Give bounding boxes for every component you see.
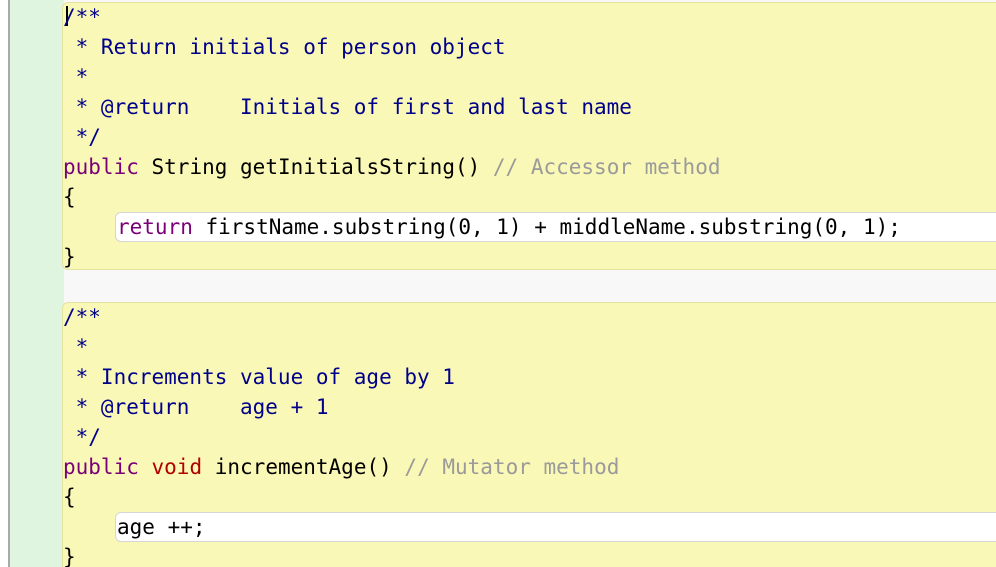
javadoc-line[interactable]: */ [63, 122, 101, 152]
method-body-scope-increment-age[interactable] [115, 512, 996, 542]
method-name: incrementAge() [214, 455, 392, 479]
increment-statement[interactable]: age ++; [117, 512, 206, 542]
method-name: getInitialsString() [240, 155, 481, 179]
javadoc-line[interactable]: * [63, 62, 89, 92]
line-comment: // Mutator method [404, 455, 620, 479]
open-brace[interactable]: { [63, 482, 76, 512]
javadoc-line[interactable]: */ [63, 422, 101, 452]
close-brace[interactable]: } [63, 242, 76, 272]
line-number-gutter[interactable] [10, 0, 64, 567]
return-type: String [151, 155, 228, 179]
keyword-return: return [117, 215, 193, 239]
return-expression: firstName.substring(0, 1) + middleName.s… [192, 215, 901, 239]
javadoc-line[interactable]: /** [63, 302, 101, 332]
line-comment: // Accessor method [492, 155, 721, 179]
javadoc-line[interactable]: * Increments value of age by 1 [63, 362, 455, 392]
open-brace[interactable]: { [63, 182, 76, 212]
editor-left-margin [0, 0, 8, 567]
keyword-public: public [63, 455, 139, 479]
javadoc-line[interactable]: /** [63, 2, 101, 32]
keyword-public: public [63, 155, 139, 179]
close-brace[interactable]: } [63, 542, 76, 567]
return-statement[interactable]: return firstName.substring(0, 1) + middl… [117, 212, 901, 242]
method-signature-increment-age[interactable]: public void incrementAge() // Mutator me… [63, 452, 619, 482]
javadoc-line[interactable]: * @return Initials of first and last nam… [63, 92, 632, 122]
method-signature-get-initials[interactable]: public String getInitialsString() // Acc… [63, 152, 720, 182]
javadoc-line[interactable]: * Return initials of person object [63, 32, 506, 62]
keyword-void: void [151, 455, 203, 479]
javadoc-line[interactable]: * [63, 332, 89, 362]
javadoc-line[interactable]: * @return age + 1 [63, 392, 329, 422]
